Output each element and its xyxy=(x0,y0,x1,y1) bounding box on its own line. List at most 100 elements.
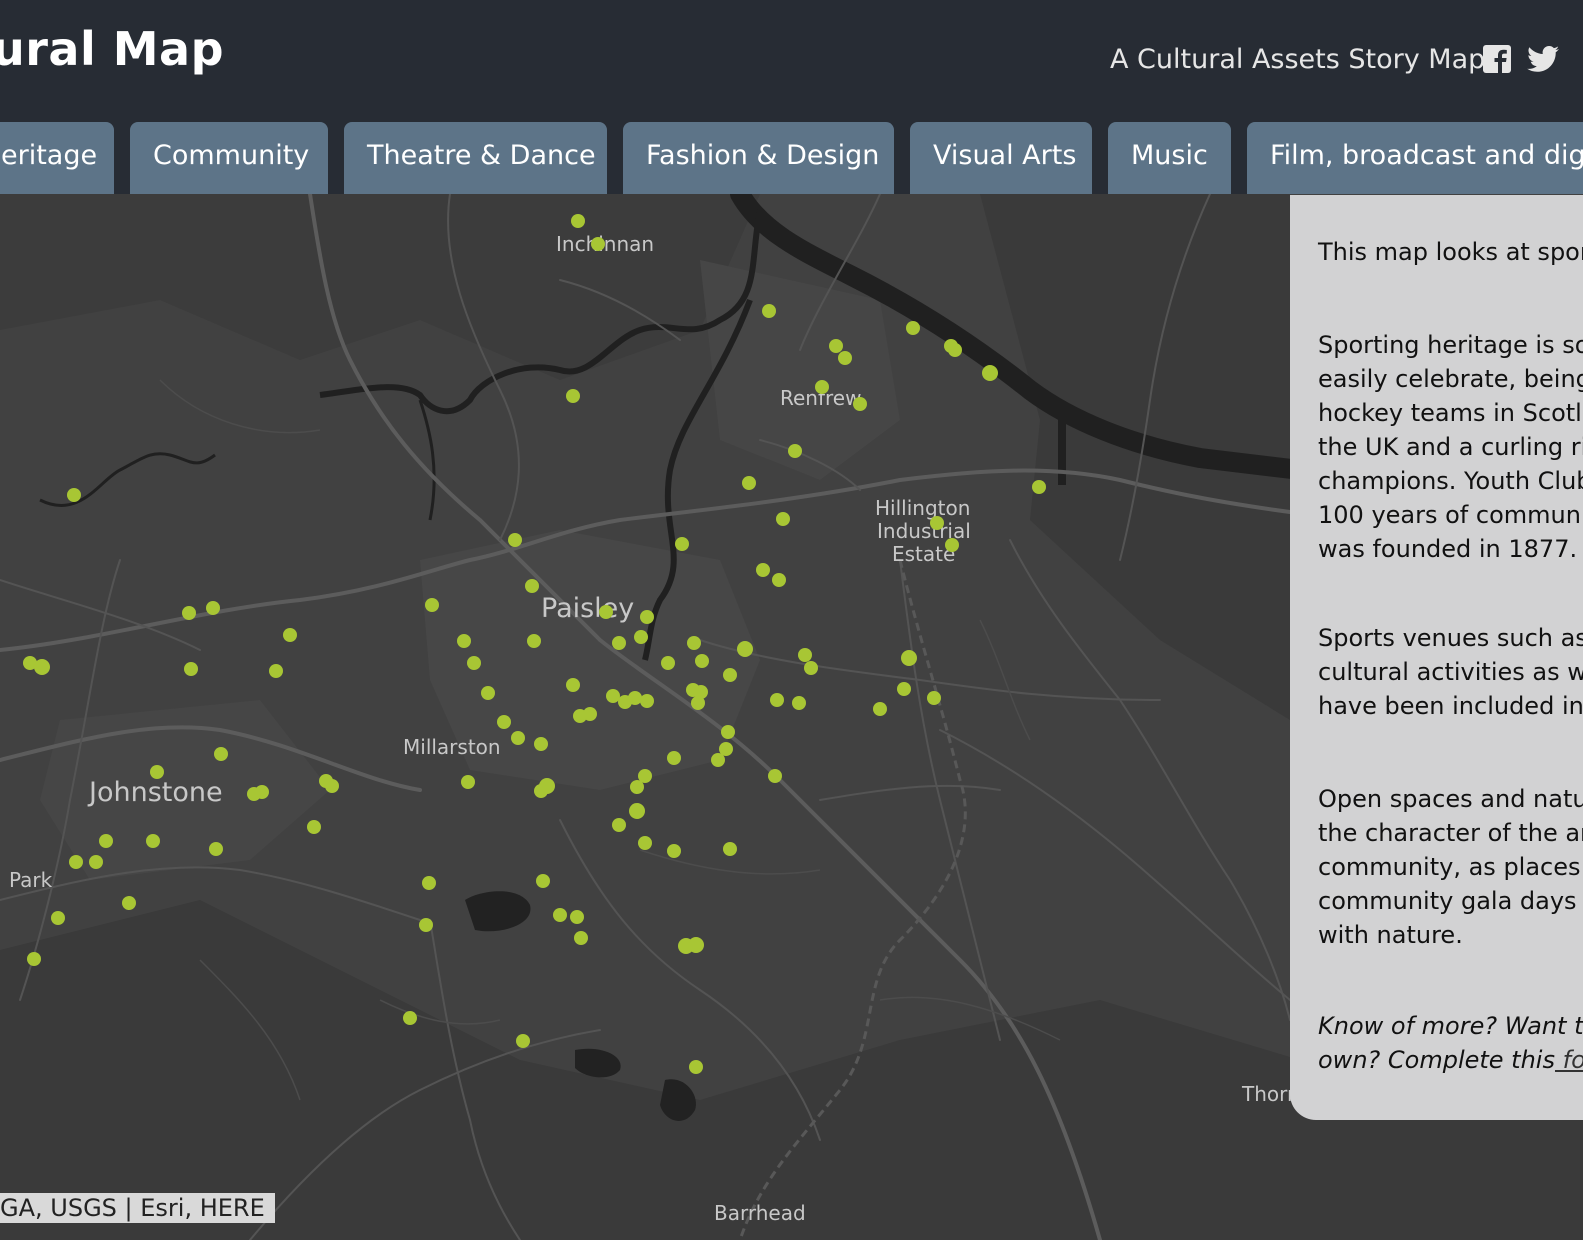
tab-heritage[interactable]: eritage xyxy=(0,122,114,194)
map-marker[interactable] xyxy=(721,725,735,739)
map-marker[interactable] xyxy=(930,516,944,530)
map-marker[interactable] xyxy=(945,538,959,552)
map-marker[interactable] xyxy=(570,910,584,924)
map-marker[interactable] xyxy=(591,237,605,251)
map-marker[interactable] xyxy=(687,636,701,650)
map-marker[interactable] xyxy=(214,747,228,761)
map-marker[interactable] xyxy=(629,803,645,819)
map-marker[interactable] xyxy=(497,715,511,729)
map-marker[interactable] xyxy=(630,780,644,794)
map-marker[interactable] xyxy=(711,753,725,767)
map-marker[interactable] xyxy=(67,488,81,502)
map-marker[interactable] xyxy=(99,834,113,848)
map-marker[interactable] xyxy=(307,820,321,834)
tab-community[interactable]: Community xyxy=(130,122,328,194)
map-marker[interactable] xyxy=(829,339,843,353)
map-marker[interactable] xyxy=(792,696,806,710)
map-marker[interactable] xyxy=(667,844,681,858)
map-marker[interactable] xyxy=(798,648,812,662)
map-marker[interactable] xyxy=(772,573,786,587)
map-marker[interactable] xyxy=(525,579,539,593)
map-marker[interactable] xyxy=(574,931,588,945)
map-marker[interactable] xyxy=(606,689,620,703)
map-marker[interactable] xyxy=(901,650,917,666)
map-marker[interactable] xyxy=(691,696,705,710)
map-marker[interactable] xyxy=(422,876,436,890)
map-marker[interactable] xyxy=(209,842,223,856)
map-marker[interactable] xyxy=(776,512,790,526)
map-marker[interactable] xyxy=(853,397,867,411)
map-marker[interactable] xyxy=(566,678,580,692)
map-marker[interactable] xyxy=(688,937,704,953)
map-marker[interactable] xyxy=(838,351,852,365)
tab-music[interactable]: Music xyxy=(1108,122,1231,194)
map-marker[interactable] xyxy=(599,605,613,619)
map-marker[interactable] xyxy=(27,952,41,966)
map-marker[interactable] xyxy=(536,874,550,888)
map-marker[interactable] xyxy=(508,533,522,547)
map-marker[interactable] xyxy=(461,775,475,789)
map-marker[interactable] xyxy=(34,659,50,675)
map-marker[interactable] xyxy=(804,661,818,675)
map-marker[interactable] xyxy=(661,656,675,670)
map-marker[interactable] xyxy=(457,634,471,648)
map-marker[interactable] xyxy=(255,785,269,799)
map-marker[interactable] xyxy=(927,691,941,705)
map-marker[interactable] xyxy=(667,751,681,765)
map-marker[interactable] xyxy=(815,380,829,394)
map-marker[interactable] xyxy=(150,765,164,779)
twitter-icon[interactable] xyxy=(1526,44,1559,74)
map-marker[interactable] xyxy=(982,365,998,381)
map-marker[interactable] xyxy=(283,628,297,642)
map-marker[interactable] xyxy=(897,682,911,696)
map-marker[interactable] xyxy=(69,855,83,869)
map-marker[interactable] xyxy=(425,598,439,612)
map-marker[interactable] xyxy=(467,656,481,670)
map-marker[interactable] xyxy=(640,610,654,624)
map-marker[interactable] xyxy=(675,537,689,551)
form-link[interactable]: fo xyxy=(1555,1046,1583,1074)
map-marker[interactable] xyxy=(527,634,541,648)
map-marker[interactable] xyxy=(770,693,784,707)
map-marker[interactable] xyxy=(182,606,196,620)
map-marker[interactable] xyxy=(948,343,962,357)
map-marker[interactable] xyxy=(534,784,548,798)
map-marker[interactable] xyxy=(325,779,339,793)
map-marker[interactable] xyxy=(762,304,776,318)
map-marker[interactable] xyxy=(689,1060,703,1074)
map-marker[interactable] xyxy=(403,1011,417,1025)
map-marker[interactable] xyxy=(146,834,160,848)
map-marker[interactable] xyxy=(206,601,220,615)
map-marker[interactable] xyxy=(737,641,753,657)
map-marker[interactable] xyxy=(906,321,920,335)
map-marker[interactable] xyxy=(419,918,433,932)
map-marker[interactable] xyxy=(553,908,567,922)
map-marker[interactable] xyxy=(1032,480,1046,494)
map-marker[interactable] xyxy=(511,731,525,745)
map-marker[interactable] xyxy=(534,737,548,751)
map-marker[interactable] xyxy=(640,694,654,708)
map-marker[interactable] xyxy=(481,686,495,700)
map-marker[interactable] xyxy=(634,630,648,644)
map-marker[interactable] xyxy=(723,668,737,682)
map-marker[interactable] xyxy=(516,1034,530,1048)
map-marker[interactable] xyxy=(742,476,756,490)
map-marker[interactable] xyxy=(873,702,887,716)
tab-visual-arts[interactable]: Visual Arts xyxy=(910,122,1092,194)
map-marker[interactable] xyxy=(756,563,770,577)
facebook-icon[interactable] xyxy=(1482,44,1512,74)
tab-film-broadcast[interactable]: Film, broadcast and dig xyxy=(1247,122,1583,194)
story-panel[interactable]: This map looks at spor Sporting heritage… xyxy=(1290,195,1583,1120)
map-marker[interactable] xyxy=(628,691,642,705)
tab-theatre-dance[interactable]: Theatre & Dance xyxy=(344,122,607,194)
map-marker[interactable] xyxy=(638,836,652,850)
map-marker[interactable] xyxy=(269,664,283,678)
map-marker[interactable] xyxy=(612,818,626,832)
map-marker[interactable] xyxy=(89,855,103,869)
map-marker[interactable] xyxy=(122,896,136,910)
map-marker[interactable] xyxy=(723,842,737,856)
map-marker[interactable] xyxy=(184,662,198,676)
map-marker[interactable] xyxy=(768,769,782,783)
map-marker[interactable] xyxy=(695,654,709,668)
map-marker[interactable] xyxy=(51,911,65,925)
